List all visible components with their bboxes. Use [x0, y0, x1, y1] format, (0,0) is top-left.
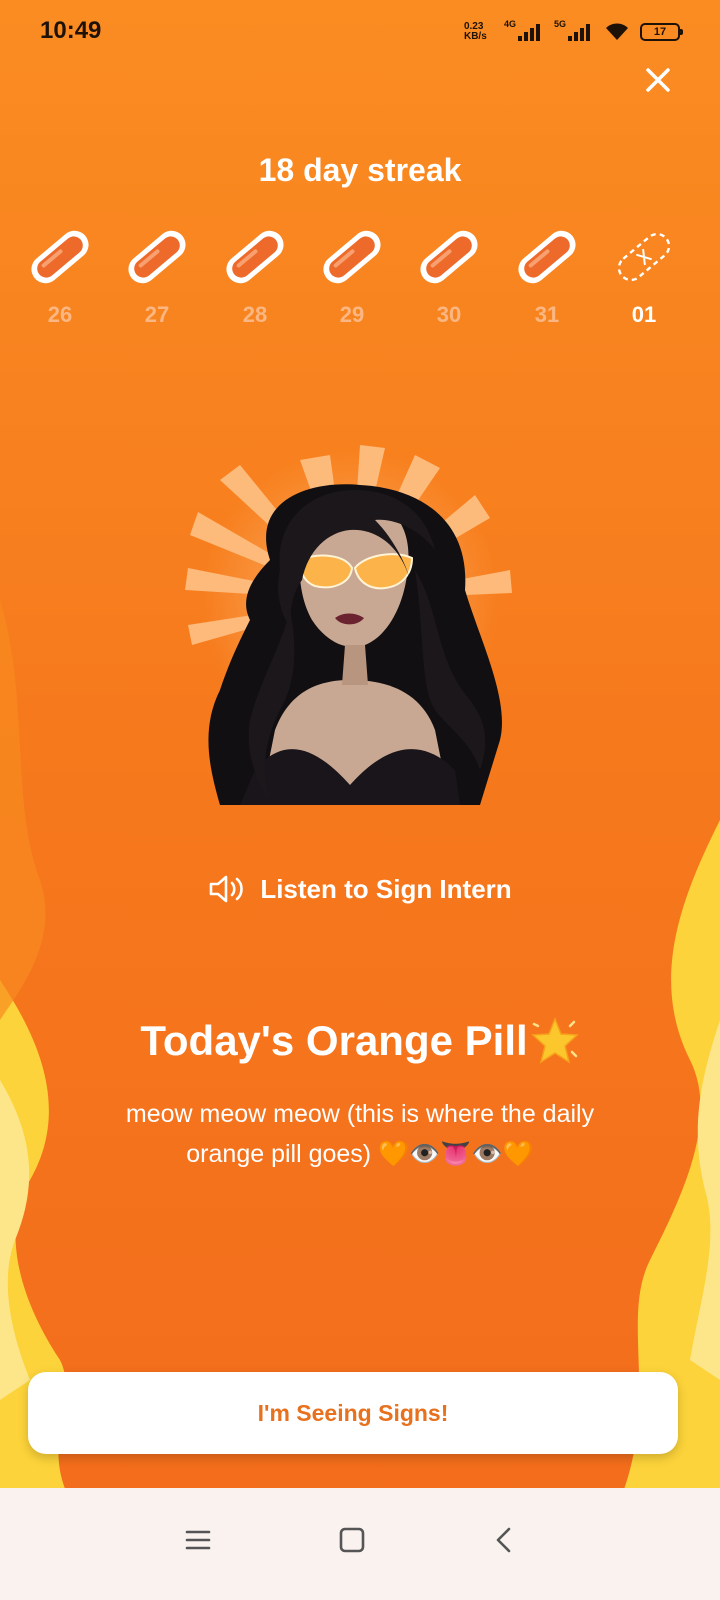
day-label: 28: [242, 302, 268, 327]
pill-icon: [128, 230, 186, 284]
avatar-illustration: [185, 445, 512, 805]
signal-icon-2: [568, 24, 590, 41]
streak-title: 18 day streak: [258, 152, 462, 188]
signal-icon: [517, 24, 540, 41]
home-icon: [339, 1527, 365, 1553]
back-icon: [496, 1527, 511, 1553]
day-label: 31: [534, 302, 560, 327]
streak-day-26: 26: [22, 224, 98, 334]
day-label: 01: [631, 302, 657, 327]
orange-pill-title: Today's Orange Pill: [140, 1017, 528, 1064]
network-speed: 0.23 KB/s: [463, 21, 487, 42]
streak-day-27: 27: [119, 224, 195, 334]
battery-level: 17: [653, 26, 667, 38]
signal-1-type: 4G: [503, 19, 516, 29]
close-button[interactable]: [640, 62, 676, 98]
pill-icon: [323, 230, 381, 284]
listen-button[interactable]: Listen to Sign Intern: [190, 866, 530, 912]
streak-day-30: 30: [411, 224, 487, 334]
listen-label: Listen to Sign Intern: [260, 873, 512, 904]
seeing-signs-button[interactable]: I'm Seeing Signs!: [28, 1372, 678, 1454]
signal-2-type: 5G: [553, 19, 566, 29]
orange-pill-text: meow meow meow (this is where the daily …: [125, 1100, 595, 1168]
system-nav-bar: [0, 1488, 720, 1600]
status-time: 10:49: [40, 17, 102, 44]
pill-icon: [518, 230, 576, 284]
nav-back-button[interactable]: [474, 1512, 534, 1568]
pill-icon: [420, 230, 478, 284]
streak-day-29: 29: [314, 224, 390, 334]
seeing-signs-label: I'm Seeing Signs!: [257, 1399, 449, 1426]
day-label: 30: [436, 302, 462, 327]
streak-screen: 10:49 0.23 KB/s 4G 5G 17 18 day streak 2…: [0, 0, 720, 1600]
star-icon: [530, 1016, 579, 1064]
status-icons: 0.23 KB/s 4G 5G 17: [463, 18, 683, 46]
battery-icon: 17: [640, 23, 683, 41]
speaker-icon: [210, 875, 244, 903]
streak-day-28: 28: [217, 224, 293, 334]
wifi-icon: [606, 23, 628, 40]
nav-menu-button[interactable]: [168, 1512, 228, 1568]
streak-day-01: 01: [606, 224, 682, 334]
streak-day-31: 31: [509, 224, 585, 334]
close-icon: [646, 68, 670, 92]
pill-outline-icon: [617, 232, 671, 282]
day-label: 29: [339, 302, 365, 327]
day-label: 26: [47, 302, 73, 327]
pill-icon: [31, 230, 89, 284]
sign-intern-avatar: [180, 440, 540, 820]
pill-icon: [226, 230, 284, 284]
menu-icon: [185, 1530, 211, 1550]
orange-pill-heading: Today's Orange Pill: [0, 1016, 720, 1066]
status-bar: 10:49 0.23 KB/s 4G 5G 17: [0, 0, 720, 64]
day-label: 27: [144, 302, 170, 327]
nav-home-button[interactable]: [322, 1512, 382, 1568]
